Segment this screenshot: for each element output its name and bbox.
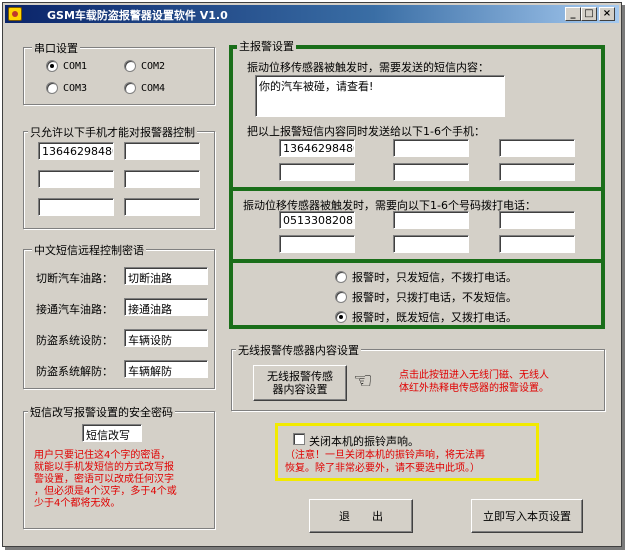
main-alarm-divider [229,259,605,263]
mode-call-only[interactable]: 报警时，只拨打电话，不发短信。 [335,289,517,305]
cut-fuel-input[interactable]: 切断油路 [124,267,208,285]
password-note-line: 警设置，密语可以改成任何汉字 [34,474,174,485]
call-phone-5[interactable] [393,235,469,253]
sms-content-prompt: 振动位移传感器被触发时，需要发送的短信内容： [247,61,489,74]
password-note-line: ，但必须是4个汉字，多于4个或 [34,486,177,497]
close-button[interactable]: × [599,7,615,21]
radio-selected-icon[interactable] [335,311,347,323]
password-note-line: 就能以手机发短信的方式改写报 [34,462,174,473]
app-window: GSM车载防盗报警器设置软件 V1.0 _ □ × 串口设置 COM1 COM2… [2,2,622,547]
pointing-hand-icon: ☜ [353,369,373,394]
password-note-line: 用户只要记住这4个字的密语， [34,450,171,461]
control-phones-title: 只允许以下手机才能对报警器控制 [28,124,197,140]
arm-input[interactable]: 车辆设防 [124,329,208,347]
password-input[interactable]: 短信改写 [82,424,142,442]
radio-selected-icon[interactable] [46,60,58,72]
sms-phones-prompt: 把以上报警短信内容同时发送给以下1-6个手机： [247,125,485,138]
main-alarm-divider [229,187,605,191]
sms-phone-6[interactable] [499,163,575,181]
control-phone-4[interactable] [124,170,200,188]
radio-com4-label: COM4 [141,82,166,94]
wireless-hint-line: 点击此按钮进入无线门磁、无线人 [399,370,549,381]
radio-com3-label: COM3 [63,82,88,94]
main-alarm-title: 主报警设置 [237,38,296,54]
exit-button[interactable]: 退 出 [309,499,413,533]
wireless-title: 无线报警传感器内容设置 [236,342,361,358]
wireless-settings-button[interactable]: 无线报警传感 器内容设置 [253,365,347,401]
call-phone-1[interactable]: 05133082087 [279,211,355,229]
radio-com2-label: COM2 [141,60,166,72]
sms-phone-4[interactable] [279,163,355,181]
mode-call-only-label: 报警时，只拨打电话，不发短信。 [352,291,517,304]
ring-off-label: 关闭本机的振铃声响。 [309,435,419,448]
sms-command-title: 中文短信远程控制密语 [32,242,146,258]
control-phones-group: 只允许以下手机才能对报警器控制 13646298480 [23,124,215,229]
radio-unselected-icon[interactable] [46,82,58,94]
control-phone-3[interactable] [38,170,114,188]
arm-label: 防盗系统设防： [36,334,113,347]
radio-com4[interactable]: COM4 [124,82,165,94]
control-phone-2[interactable] [124,142,200,160]
radio-unselected-icon[interactable] [124,60,136,72]
sms-command-group: 中文短信远程控制密语 切断汽车油路： 切断油路 接通汽车油路： 接通油路 防盗系… [23,242,215,389]
sms-phone-5[interactable] [393,163,469,181]
wireless-button-line: 无线报警传感 [267,370,333,383]
sms-phone-2[interactable] [393,139,469,157]
ring-warning-line: 恢复。除了非常必要外，请不要选中此项。） [285,463,480,474]
ring-warning-line: （注意！一旦关闭本机的振铃声响，将无法再 [285,450,485,461]
radio-unselected-icon[interactable] [335,291,347,303]
radio-com3[interactable]: COM3 [46,82,87,94]
window-title: GSM车载防盗报警器设置软件 V1.0 [47,9,228,22]
radio-unselected-icon[interactable] [335,271,347,283]
serial-title: 串口设置 [32,40,80,56]
sms-content-textarea[interactable]: 你的汽车被碰，请查看! [255,75,505,117]
wireless-hint-line: 体红外热释电传感器的报警设置。 [399,383,549,394]
restore-fuel-label: 接通汽车油路： [36,303,113,316]
sms-phone-3[interactable] [499,139,575,157]
app-icon [8,7,22,21]
control-phone-5[interactable] [38,198,114,216]
wireless-hint: 点击此按钮进入无线门磁、无线人 体红外热释电传感器的报警设置。 [399,369,549,395]
password-note: 用户只要记住这4个字的密语， 就能以手机发短信的方式改写报 警设置，密语可以改成… [34,450,214,510]
call-phone-2[interactable] [393,211,469,229]
mode-sms-only-label: 报警时，只发短信，不拨打电话。 [352,271,517,284]
ring-off-checkbox[interactable] [293,433,305,445]
password-title: 短信改写报警设置的安全密码 [28,404,175,420]
radio-com1[interactable]: COM1 [46,60,87,72]
call-phone-6[interactable] [499,235,575,253]
radio-unselected-icon[interactable] [124,82,136,94]
mode-sms-and-call-label: 报警时，既发短信，又拨打电话。 [352,311,517,324]
cut-fuel-label: 切断汽车油路： [36,272,113,285]
call-phone-3[interactable] [499,211,575,229]
password-note-line: 少于4个都将无效。 [34,498,121,509]
radio-com2[interactable]: COM2 [124,60,165,72]
title-bar: GSM车载防盗报警器设置软件 V1.0 _ □ × [5,5,619,23]
control-phone-1[interactable]: 13646298480 [38,142,114,160]
sms-phone-1[interactable]: 13646298480 [279,139,355,157]
minimize-button[interactable]: _ [565,7,581,21]
radio-com1-label: COM1 [63,60,88,72]
disarm-label: 防盗系统解防： [36,365,113,378]
restore-fuel-input[interactable]: 接通油路 [124,298,208,316]
call-phone-4[interactable] [279,235,355,253]
disarm-input[interactable]: 车辆解防 [124,360,208,378]
control-phone-6[interactable] [124,198,200,216]
serial-group: 串口设置 COM1 COM2 COM3 COM4 [23,40,215,105]
ring-warning-note: （注意！一旦关闭本机的振铃声响，将无法再 恢复。除了非常必要外，请不要选中此项。… [285,449,485,475]
mode-sms-only[interactable]: 报警时，只发短信，不拨打电话。 [335,269,517,285]
maximize-button[interactable]: □ [581,7,597,21]
password-group: 短信改写报警设置的安全密码 短信改写 用户只要记住这4个字的密语， 就能以手机发… [23,404,215,529]
write-settings-button[interactable]: 立即写入本页设置 [471,499,583,533]
wireless-button-line: 器内容设置 [272,383,328,396]
mode-sms-and-call[interactable]: 报警时，既发短信，又拨打电话。 [335,309,517,325]
